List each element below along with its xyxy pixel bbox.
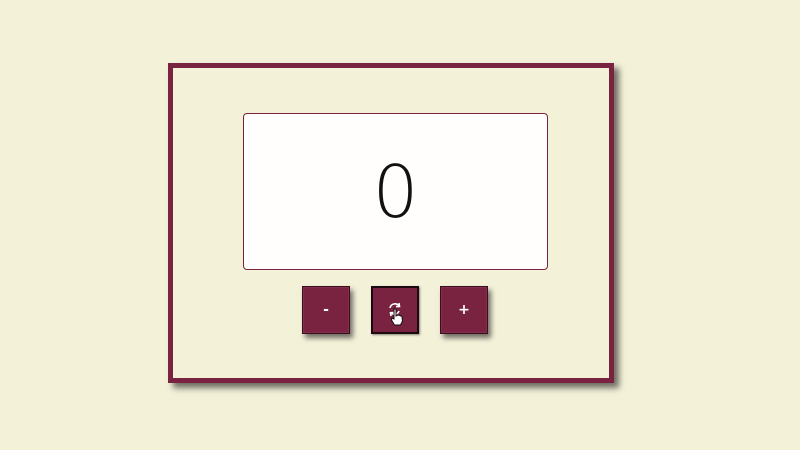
increment-label: +: [458, 302, 470, 318]
counter-display: 0: [243, 113, 548, 270]
decrement-button[interactable]: -: [302, 286, 350, 334]
decrement-label: -: [323, 302, 329, 318]
counter-panel: 0 - +: [168, 63, 614, 383]
hand-cursor-icon: [390, 308, 404, 330]
counter-value: 0: [372, 149, 419, 234]
increment-button[interactable]: +: [440, 286, 488, 334]
